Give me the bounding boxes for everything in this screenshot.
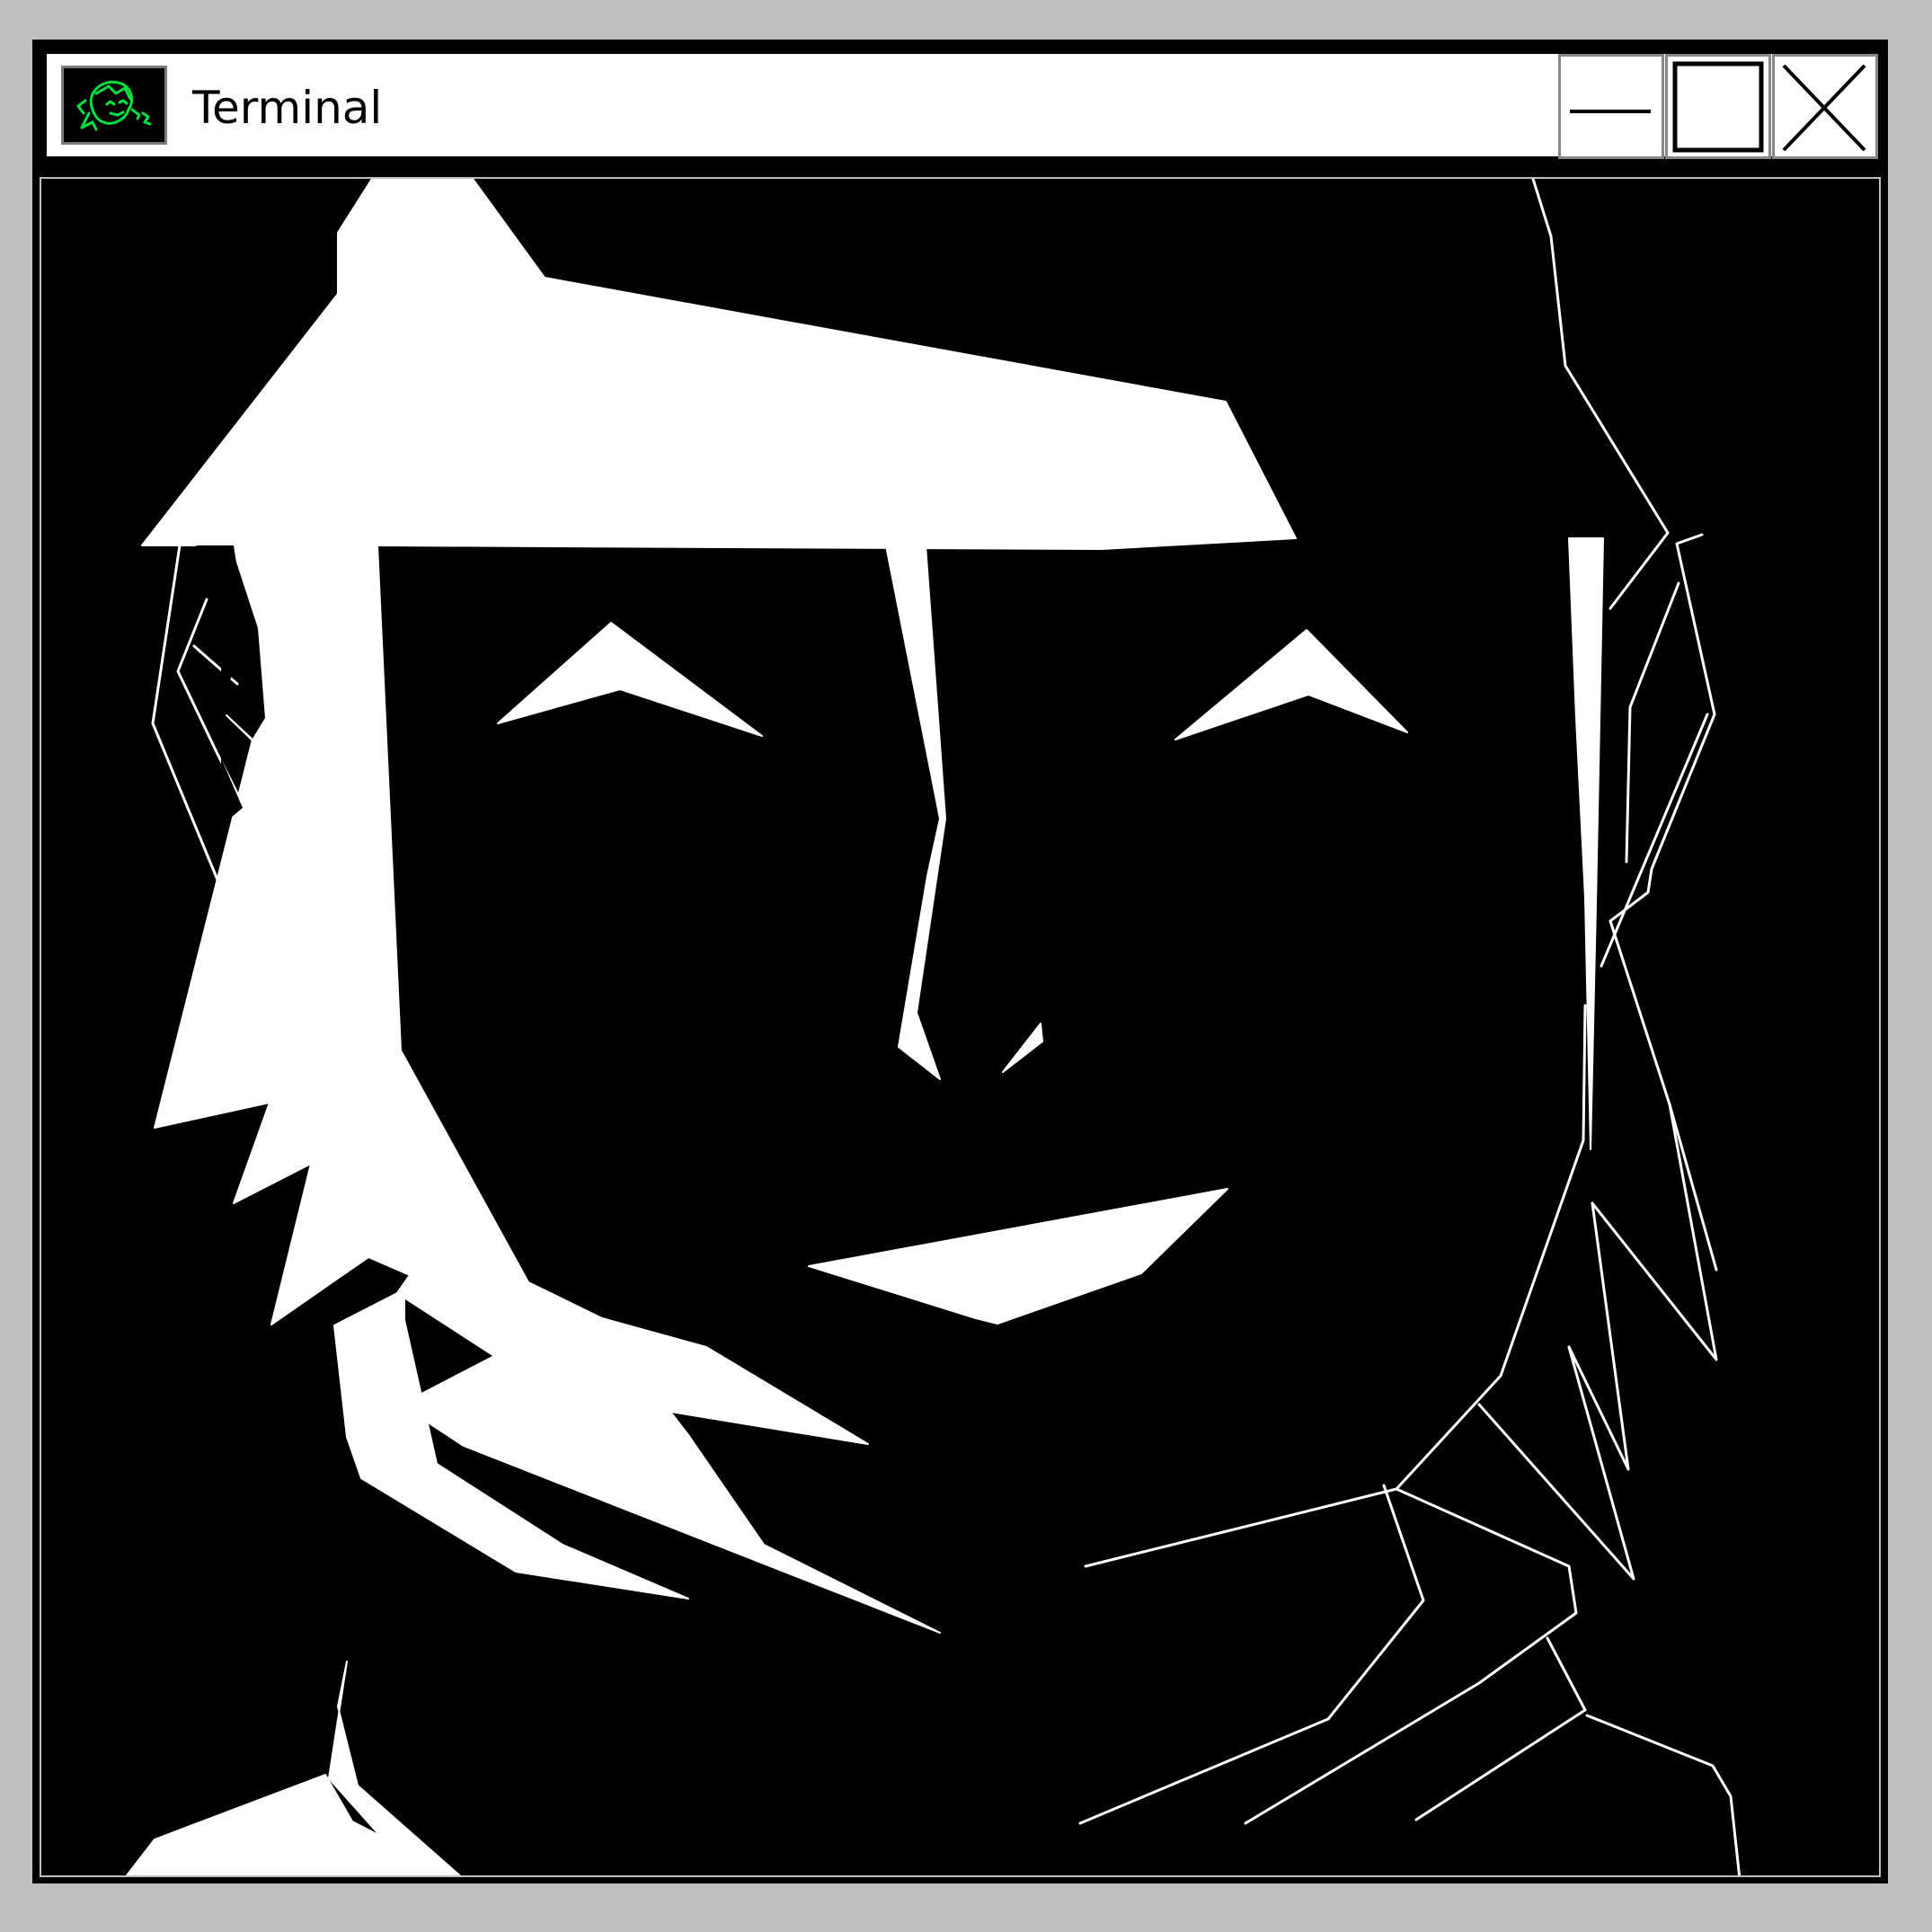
hair-top <box>141 179 1297 550</box>
title-bar[interactable]: Terminal <box>44 51 1878 159</box>
collar-right <box>1244 1487 1578 1825</box>
hair-right-spike <box>1591 1103 1718 1361</box>
hair-right-strand <box>1568 537 1604 1150</box>
face-ascii-art <box>125 179 1741 1875</box>
hair-right-edge <box>1609 533 1718 1272</box>
hair-right-spike-2 <box>1567 1201 1630 1471</box>
jaw-right <box>1084 1004 1587 1568</box>
mouth <box>808 1188 1228 1325</box>
terminal-content[interactable] <box>40 177 1881 1877</box>
nose-tip <box>1002 1023 1043 1073</box>
minimize-button[interactable] <box>1558 54 1664 159</box>
terminal-window: Terminal <box>32 40 1888 1883</box>
smiling-face-icon[interactable] <box>61 66 167 145</box>
hair-right-line <box>1600 713 1709 968</box>
maximize-button[interactable] <box>1665 54 1771 159</box>
maximize-icon <box>1672 61 1764 153</box>
ear-left-inner <box>176 598 246 810</box>
close-icon <box>1782 64 1866 152</box>
collar-left <box>1078 1484 1425 1825</box>
ear-shadow-top <box>196 545 241 592</box>
left-eye <box>497 622 763 737</box>
right-eye <box>1174 629 1408 740</box>
bang-center <box>885 545 946 1080</box>
shoulder-right <box>1585 1714 1741 1875</box>
window-title: Terminal <box>192 82 383 134</box>
hair-right-spike-3 <box>1477 1345 1635 1581</box>
shoulder-line <box>1414 1636 1587 1821</box>
minimize-icon <box>1570 110 1651 113</box>
close-button[interactable] <box>1772 54 1878 159</box>
